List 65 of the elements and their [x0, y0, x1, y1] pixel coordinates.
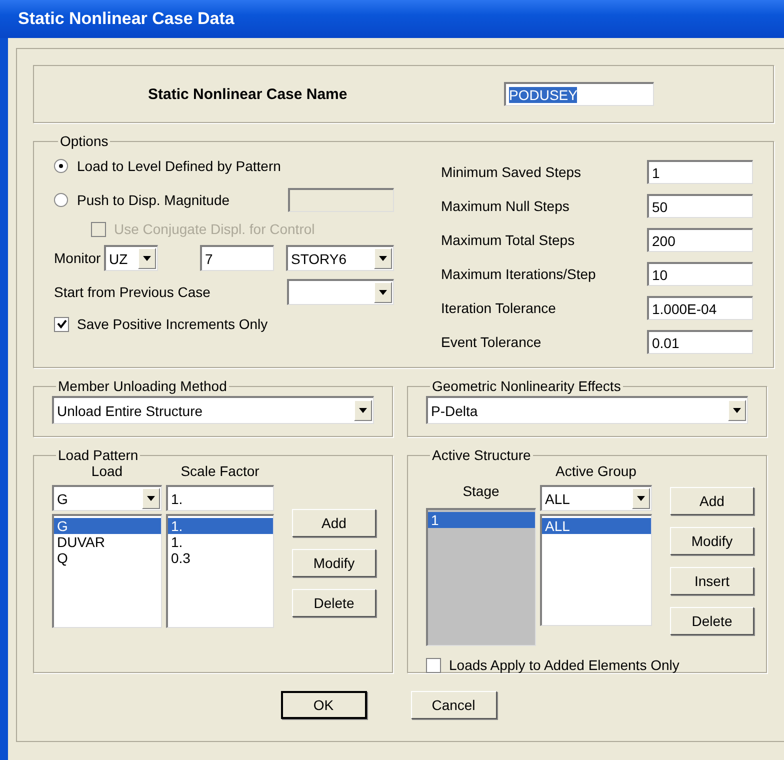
column-header: Load [91, 463, 123, 481]
group-title: Active Structure [431, 447, 532, 463]
unloading-dropdown[interactable]: Unload Entire Structure [52, 396, 374, 424]
parameter-field[interactable]: 1 [647, 160, 753, 184]
dof-dropdown[interactable]: UZ [104, 245, 158, 271]
parameter-label: Maximum Null Steps [441, 198, 570, 214]
list-item[interactable]: 1 [428, 512, 535, 528]
checkbox-label: Use Conjugate Displ. for Control [114, 221, 315, 237]
load-list[interactable]: G DUVAR Q [52, 514, 162, 628]
group-title: Geometric Nonlinearity Effects [431, 378, 622, 394]
list-item[interactable]: 1. [168, 518, 273, 534]
group-dropdown[interactable]: ALL [540, 485, 652, 511]
previous-case-dropdown[interactable] [286, 279, 394, 305]
parameter-field[interactable]: 0.01 [647, 330, 753, 354]
stage-list[interactable]: 1 [426, 508, 536, 646]
radio-button[interactable] [54, 193, 68, 207]
parameter-field[interactable]: 10 [647, 262, 753, 286]
radio-button[interactable] [54, 159, 68, 173]
list-item[interactable]: Q [54, 550, 161, 566]
cancel-button[interactable]: Cancel [410, 691, 496, 719]
parameter-label: Event Tolerance [441, 334, 542, 350]
story-dropdown[interactable]: STORY6 [286, 245, 394, 271]
window-title: Static Nonlinear Case Data [18, 9, 234, 29]
action-button[interactable]: Delete [670, 607, 754, 635]
group-list[interactable]: ALL [540, 514, 652, 626]
action-button[interactable]: Add [292, 509, 376, 537]
case-name-label: Static Nonlinear Case Name [148, 86, 348, 102]
nonlinearity-dropdown[interactable]: P-Delta [426, 396, 748, 424]
action-button[interactable]: Add [670, 487, 754, 515]
radio-label: Push to Disp. Magnitude [77, 192, 230, 208]
monitor-label: Monitor [54, 250, 102, 266]
group-title: Load Pattern [57, 447, 140, 463]
case-name-field[interactable]: PODUSEY [504, 82, 654, 106]
group-title: Options [59, 133, 110, 149]
radio-label: Load to Level Defined by Pattern [77, 158, 281, 174]
parameter-label: Maximum Iterations/Step [441, 266, 597, 282]
group-title: Member Unloading Method [57, 378, 228, 394]
column-header: Scale Factor [180, 463, 260, 481]
parameter-label: Minimum Saved Steps [441, 164, 582, 180]
list-item[interactable]: 1. [168, 534, 273, 550]
load-dropdown[interactable]: G [52, 485, 162, 511]
scale-factor-list[interactable]: 1. 1. 0.3 [166, 514, 274, 628]
checkbox[interactable] [426, 658, 441, 672]
column-header: Active Group [556, 463, 636, 481]
checkbox-label: Save Positive Increments Only [77, 316, 268, 332]
list-item[interactable]: ALL [542, 518, 651, 534]
parameter-label: Iteration Tolerance [441, 300, 557, 316]
ok-button[interactable]: OK [280, 691, 366, 719]
list-item[interactable]: G [54, 518, 161, 534]
start-case-label: Start from Previous Case [54, 284, 212, 300]
list-item[interactable]: 0.3 [168, 550, 273, 566]
action-button[interactable]: Insert [670, 567, 754, 595]
parameter-field[interactable]: 50 [647, 194, 753, 218]
action-button[interactable]: Modify [292, 549, 376, 577]
action-button[interactable]: Modify [670, 527, 754, 555]
parameter-field[interactable]: 1.000E-04 [647, 296, 753, 320]
checkbox-label: Loads Apply to Added Elements Only [449, 657, 680, 673]
action-button[interactable]: Delete [292, 589, 376, 617]
scale-factor-field[interactable]: 1. [166, 485, 274, 511]
parameter-label: Maximum Total Steps [441, 232, 576, 248]
column-header: Stage [462, 483, 500, 501]
point-field[interactable]: 7 [200, 245, 274, 271]
parameter-field[interactable]: 200 [647, 228, 753, 252]
list-item[interactable]: DUVAR [54, 534, 161, 550]
checkbox[interactable] [54, 316, 69, 332]
